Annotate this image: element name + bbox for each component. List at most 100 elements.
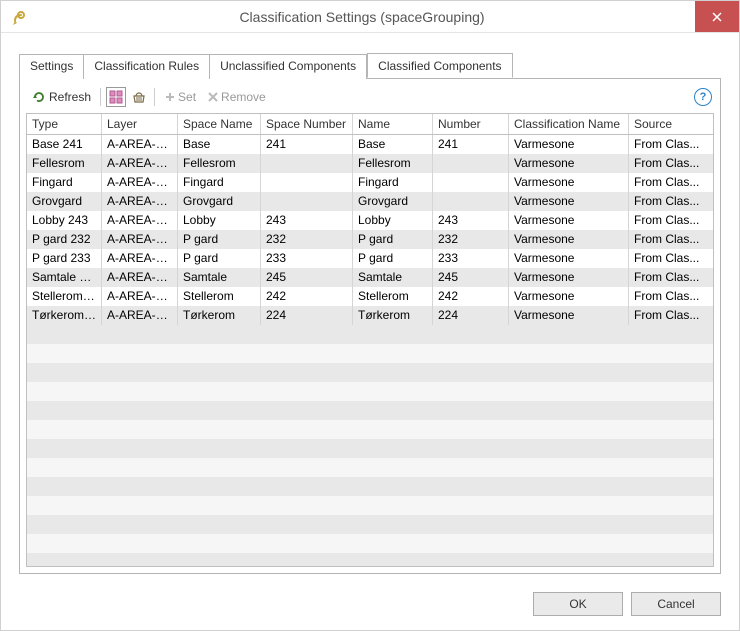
table-row[interactable]: Samtale 245A-AREA-_...Samtale245Samtale2… <box>27 268 713 287</box>
table-cell <box>433 154 509 173</box>
table-cell: Stellerom <box>353 287 433 306</box>
empty-row <box>27 439 713 458</box>
table-cell: 245 <box>433 268 509 287</box>
table-cell: Lobby <box>178 211 261 230</box>
table-cell: From Clas... <box>629 230 713 249</box>
table-cell: 224 <box>433 306 509 325</box>
col-space-number[interactable]: Space Number <box>261 114 353 134</box>
table-cell: From Clas... <box>629 154 713 173</box>
refresh-button[interactable]: Refresh <box>28 88 95 106</box>
table-row[interactable]: P gard 232A-AREA-_...P gard232P gard232V… <box>27 230 713 249</box>
table-cell: P gard <box>178 230 261 249</box>
col-space-name[interactable]: Space Name <box>178 114 261 134</box>
table-cell: P gard <box>353 249 433 268</box>
table-cell: Samtale <box>178 268 261 287</box>
table-cell: Fellesrom <box>27 154 102 173</box>
separator <box>154 88 155 106</box>
col-number[interactable]: Number <box>433 114 509 134</box>
export-button[interactable] <box>129 87 149 107</box>
col-name[interactable]: Name <box>353 114 433 134</box>
grid-icon <box>109 90 123 104</box>
table-cell: Tørkerom ... <box>27 306 102 325</box>
table-cell: Stellerom ... <box>27 287 102 306</box>
table-cell: A-AREA-_... <box>102 268 178 287</box>
table-row[interactable]: Base 241A-AREA-_...Base241Base241Varmeso… <box>27 135 713 154</box>
table-cell: From Clas... <box>629 192 713 211</box>
table-row[interactable]: FellesromA-AREA-_...FellesromFellesromVa… <box>27 154 713 173</box>
titlebar[interactable]: Classification Settings (spaceGrouping) <box>1 1 739 33</box>
table-cell: Samtale 245 <box>27 268 102 287</box>
set-button: Set <box>160 88 200 106</box>
table-cell: A-AREA-_... <box>102 230 178 249</box>
table-cell: A-AREA-_... <box>102 306 178 325</box>
dialog-footer: OK Cancel <box>1 582 739 630</box>
col-classification-name[interactable]: Classification Name <box>509 114 629 134</box>
table-cell: Varmesone <box>509 173 629 192</box>
table-row[interactable]: Tørkerom ...A-AREA-_...Tørkerom224Tørker… <box>27 306 713 325</box>
cancel-button[interactable]: Cancel <box>631 592 721 616</box>
col-type[interactable]: Type <box>27 114 102 134</box>
table-row[interactable]: GrovgardA-AREA-_...GrovgardGrovgardVarme… <box>27 192 713 211</box>
table-cell: P gard 232 <box>27 230 102 249</box>
help-button[interactable]: ? <box>694 88 712 106</box>
table-cell: Varmesone <box>509 211 629 230</box>
col-source[interactable]: Source <box>629 114 713 134</box>
table-cell: 243 <box>433 211 509 230</box>
table-cell: A-AREA-_... <box>102 154 178 173</box>
remove-label: Remove <box>221 90 266 104</box>
table-cell: Fingard <box>27 173 102 192</box>
table-cell: Varmesone <box>509 192 629 211</box>
table-cell: A-AREA-_... <box>102 287 178 306</box>
grid-body[interactable]: Base 241A-AREA-_...Base241Base241Varmeso… <box>27 135 713 566</box>
tab-settings[interactable]: Settings <box>19 54 84 79</box>
table-cell: P gard 233 <box>27 249 102 268</box>
empty-row <box>27 325 713 344</box>
table-cell: P gard <box>178 249 261 268</box>
table-cell: From Clas... <box>629 268 713 287</box>
tab-unclassified-components[interactable]: Unclassified Components <box>210 54 367 79</box>
table-row[interactable]: P gard 233A-AREA-_...P gard233P gard233V… <box>27 249 713 268</box>
empty-row <box>27 363 713 382</box>
table-cell: A-AREA-_... <box>102 249 178 268</box>
x-icon <box>207 91 219 103</box>
table-row[interactable]: Stellerom ...A-AREA-_...Stellerom242Stel… <box>27 287 713 306</box>
table-cell: Varmesone <box>509 154 629 173</box>
table-row[interactable]: Lobby 243A-AREA-_...Lobby243Lobby243Varm… <box>27 211 713 230</box>
empty-row <box>27 458 713 477</box>
ok-button[interactable]: OK <box>533 592 623 616</box>
table-row[interactable]: FingardA-AREA-_...FingardFingardVarmeson… <box>27 173 713 192</box>
refresh-icon <box>32 90 46 104</box>
table-cell: A-AREA-_... <box>102 173 178 192</box>
tab-panel: Refresh <box>19 79 721 574</box>
col-layer[interactable]: Layer <box>102 114 178 134</box>
empty-row <box>27 553 713 566</box>
table-cell: From Clas... <box>629 249 713 268</box>
table-cell: Grovgard <box>353 192 433 211</box>
table-cell: A-AREA-_... <box>102 135 178 154</box>
table-cell: Base <box>353 135 433 154</box>
table-cell: 233 <box>433 249 509 268</box>
grid-header: Type Layer Space Name Space Number Name … <box>27 114 713 135</box>
table-cell: Varmesone <box>509 287 629 306</box>
table-cell: From Clas... <box>629 135 713 154</box>
close-button[interactable] <box>695 1 739 32</box>
tab-classification-rules[interactable]: Classification Rules <box>84 54 210 79</box>
window-title: Classification Settings (spaceGrouping) <box>29 9 695 25</box>
table-cell: Varmesone <box>509 268 629 287</box>
table-cell: 241 <box>433 135 509 154</box>
empty-row <box>27 401 713 420</box>
empty-row <box>27 534 713 553</box>
table-cell: Fingard <box>353 173 433 192</box>
toolbar: Refresh <box>26 85 714 113</box>
table-cell: From Clas... <box>629 306 713 325</box>
data-grid[interactable]: Type Layer Space Name Space Number Name … <box>26 113 714 567</box>
view-grid-button[interactable] <box>106 87 126 107</box>
tab-classified-components[interactable]: Classified Components <box>367 53 512 78</box>
table-cell: A-AREA-_... <box>102 211 178 230</box>
empty-row <box>27 496 713 515</box>
refresh-label: Refresh <box>49 90 91 104</box>
table-cell: Varmesone <box>509 135 629 154</box>
table-cell: From Clas... <box>629 287 713 306</box>
table-cell: 232 <box>433 230 509 249</box>
table-cell <box>261 154 353 173</box>
